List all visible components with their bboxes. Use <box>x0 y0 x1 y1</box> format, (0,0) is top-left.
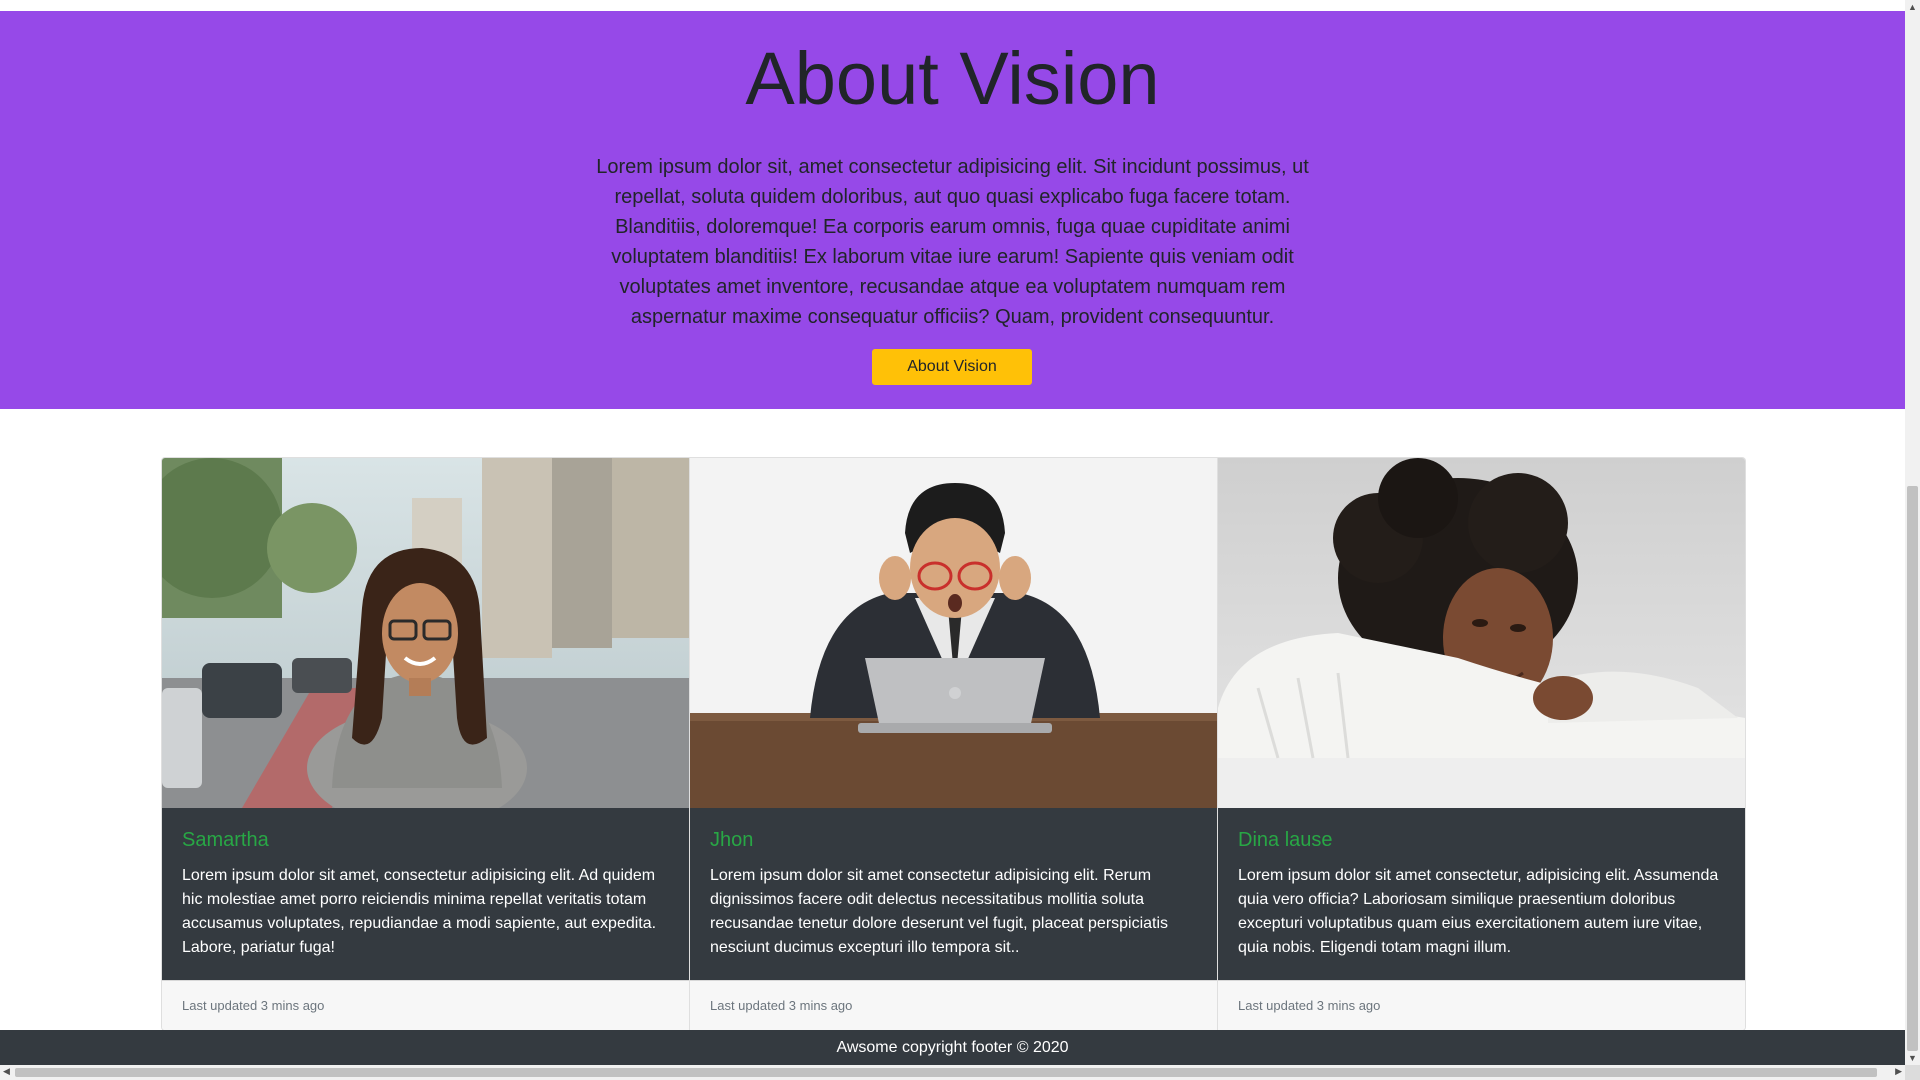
card-text-samartha: Lorem ipsum dolor sit amet, consectetur … <box>182 867 657 956</box>
card-updated-dina-lause: Last updated 3 mins ago <box>1238 998 1381 1013</box>
about-vision-button[interactable]: About Vision <box>872 349 1032 385</box>
horizontal-scrollbar[interactable]: ◀ ▶ <box>0 1065 1905 1080</box>
scroll-left-arrow-icon[interactable]: ◀ <box>3 1066 10 1077</box>
card-title-jhon: Jhon <box>710 829 754 851</box>
vertical-scroll-thumb[interactable] <box>1907 486 1918 1051</box>
card-body-samartha: Samartha Lorem ipsum dolor sit amet, con… <box>162 808 689 980</box>
card-footer-samartha: Last updated 3 mins ago <box>162 980 689 1030</box>
card-body-dina-lause: Dina lause Lorem ipsum dolor sit amet co… <box>1218 808 1745 980</box>
page-footer: Awsome copyright footer © 2020 <box>0 1030 1905 1065</box>
hero-section: About Vision Lorem ipsum dolor sit, amet… <box>0 11 1905 409</box>
scroll-up-arrow-icon[interactable]: ▲ <box>1908 2 1917 12</box>
top-strip <box>0 0 1905 11</box>
card-footer-jhon: Last updated 3 mins ago <box>690 980 1217 1030</box>
card-jhon: Jhon Lorem ipsum dolor sit amet consecte… <box>690 458 1218 1030</box>
horizontal-scroll-thumb[interactable] <box>15 1068 1877 1077</box>
card-text-dina-lause: Lorem ipsum dolor sit amet consectetur, … <box>1238 867 1719 956</box>
scrollbar-corner <box>1905 1065 1920 1080</box>
footer-copyright: Awsome copyright footer © 2020 <box>836 1039 1069 1056</box>
hero-title: About Vision <box>745 37 1160 120</box>
card-body-jhon: Jhon Lorem ipsum dolor sit amet consecte… <box>690 808 1217 980</box>
card-updated-samartha: Last updated 3 mins ago <box>182 998 325 1013</box>
scroll-down-arrow-icon[interactable]: ▼ <box>1908 1053 1917 1063</box>
hero-paragraph: Lorem ipsum dolor sit, amet consectetur … <box>596 156 1309 328</box>
card-image-samartha <box>162 458 689 808</box>
card-image-jhon <box>690 458 1217 808</box>
card-text-jhon: Lorem ipsum dolor sit amet consectetur a… <box>710 867 1169 956</box>
card-group: Samartha Lorem ipsum dolor sit amet, con… <box>161 457 1746 1031</box>
page: About Vision Lorem ipsum dolor sit, amet… <box>0 0 1905 1065</box>
vertical-scrollbar[interactable]: ▲ ▼ <box>1905 0 1920 1080</box>
card-dina-lause: Dina lause Lorem ipsum dolor sit amet co… <box>1218 458 1745 1030</box>
card-title-dina-lause: Dina lause <box>1238 829 1333 851</box>
card-samartha: Samartha Lorem ipsum dolor sit amet, con… <box>162 458 690 1030</box>
card-footer-dina-lause: Last updated 3 mins ago <box>1218 980 1745 1030</box>
card-updated-jhon: Last updated 3 mins ago <box>710 998 853 1013</box>
card-image-dina-lause <box>1218 458 1745 808</box>
scroll-right-arrow-icon[interactable]: ▶ <box>1895 1066 1902 1077</box>
card-title-samartha: Samartha <box>182 829 269 851</box>
